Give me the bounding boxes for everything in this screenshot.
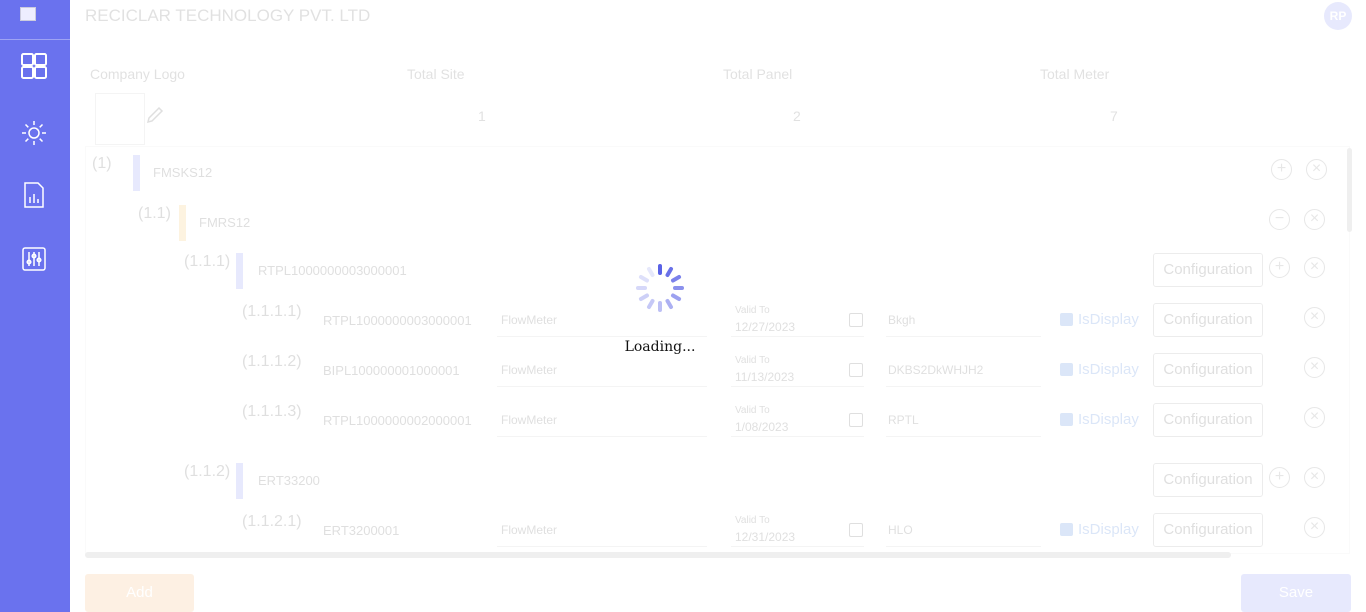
vertical-scrollbar[interactable]: [1347, 148, 1352, 232]
close-circle-icon[interactable]: ×: [1304, 467, 1325, 488]
row-index: (1.1.2): [184, 463, 231, 480]
remove-circle-icon[interactable]: −: [1269, 209, 1290, 230]
add-button[interactable]: Add: [85, 574, 194, 612]
app-logo: [20, 7, 36, 21]
stat-header-total-meter: Total Meter: [1040, 66, 1110, 82]
edit-icon[interactable]: [145, 105, 165, 125]
close-circle-icon[interactable]: ×: [1304, 257, 1325, 278]
hierarchy-panel: (1) FMSKS12 + × (1.1) FMRS12 − × (1.1.1)…: [85, 146, 1350, 554]
configuration-button[interactable]: Configuration: [1153, 403, 1263, 437]
isdisplay-checkbox[interactable]: [1060, 313, 1073, 326]
main-content: RECICLAR TECHNOLOGY PVT. LTD RP Company …: [70, 0, 1366, 612]
isdisplay-label: IsDisplay: [1078, 411, 1139, 428]
calendar-icon: [849, 413, 863, 427]
meter-name-field[interactable]: HLO: [886, 513, 1041, 547]
company-logo-image: [95, 93, 145, 145]
isdisplay-checkbox[interactable]: [1060, 523, 1073, 536]
tree-row: (1) FMSKS12 + ×: [86, 155, 1349, 195]
sidebar-divider: [0, 39, 70, 40]
configuration-button[interactable]: Configuration: [1153, 353, 1263, 387]
sidebar: [0, 0, 70, 612]
calendar-icon: [849, 313, 863, 327]
row-index: (1.1.2.1): [242, 513, 302, 530]
level-bar: [133, 155, 140, 191]
isdisplay-label: IsDisplay: [1078, 521, 1139, 538]
isdisplay-label: IsDisplay: [1078, 361, 1139, 378]
close-circle-icon[interactable]: ×: [1304, 209, 1325, 230]
meter-name-field[interactable]: Bkgh: [886, 303, 1041, 337]
tree-row: (1.1.1) RTPL1000000003000001 Configurati…: [86, 253, 1349, 293]
sliders-config-icon[interactable]: [20, 245, 48, 273]
stat-header-total-panel: Total Panel: [723, 66, 793, 82]
add-circle-icon[interactable]: +: [1269, 467, 1290, 488]
avatar[interactable]: RP: [1324, 2, 1352, 30]
row-index: (1.1.1): [184, 253, 231, 270]
settings-gears-icon[interactable]: [20, 119, 48, 147]
meter-type-select[interactable]: FlowMeter: [497, 403, 707, 437]
loading-overlay: Loading...: [620, 262, 700, 362]
calendar-icon: [849, 363, 863, 377]
row-code: RTPL1000000003000001: [323, 313, 472, 328]
row-index: (1.1.1.3): [242, 403, 302, 420]
stat-header-total-site: Total Site: [407, 66, 465, 82]
row-code: ERT33200: [258, 473, 320, 488]
calendar-icon: [849, 523, 863, 537]
row-code: FMSKS12: [153, 165, 213, 180]
row-index: (1.1): [138, 205, 171, 222]
meter-name-field[interactable]: RPTL: [886, 403, 1041, 437]
add-circle-icon[interactable]: +: [1271, 159, 1292, 180]
level-bar: [179, 205, 186, 241]
configuration-button[interactable]: Configuration: [1153, 463, 1263, 497]
close-circle-icon[interactable]: ×: [1306, 159, 1327, 180]
configuration-button[interactable]: Configuration: [1153, 303, 1263, 337]
row-index: (1.1.1.2): [242, 353, 302, 370]
isdisplay-checkbox[interactable]: [1060, 413, 1073, 426]
total-site-value: 1: [478, 108, 486, 124]
level-bar: [236, 253, 243, 289]
row-index: (1): [92, 155, 112, 172]
close-circle-icon[interactable]: ×: [1304, 517, 1325, 538]
configuration-button[interactable]: Configuration: [1153, 253, 1263, 287]
loading-spinner-icon: [636, 264, 684, 312]
stat-header-company-logo: Company Logo: [90, 66, 185, 82]
valid-to-date-field[interactable]: Valid To 12/27/2023: [731, 303, 864, 337]
company-name: RECICLAR TECHNOLOGY PVT. LTD: [85, 6, 371, 25]
total-meter-value: 7: [1110, 108, 1118, 124]
configuration-button[interactable]: Configuration: [1153, 513, 1263, 547]
tree-row: (1.1.1.2) BIPL100000001000001 FlowMeter …: [86, 353, 1349, 393]
total-panel-value: 2: [793, 108, 801, 124]
report-chart-icon[interactable]: [20, 181, 48, 209]
tree-row: (1.1.2) ERT33200 Configuration + ×: [86, 463, 1349, 503]
row-code: RTPL1000000003000001: [258, 263, 407, 278]
dashboard-grid-icon[interactable]: [20, 52, 48, 80]
horizontal-scrollbar[interactable]: [85, 552, 1231, 558]
save-button[interactable]: Save: [1241, 574, 1351, 612]
isdisplay-checkbox[interactable]: [1060, 363, 1073, 376]
row-code: ERT3200001: [323, 523, 400, 538]
row-index: (1.1.1.1): [242, 303, 302, 320]
close-circle-icon[interactable]: ×: [1304, 357, 1325, 378]
level-bar: [236, 463, 243, 499]
close-circle-icon[interactable]: ×: [1304, 307, 1325, 328]
valid-to-date-field[interactable]: Valid To 1/08/2023: [731, 403, 864, 437]
isdisplay-label: IsDisplay: [1078, 311, 1139, 328]
tree-row: (1.1.2.1) ERT3200001 FlowMeter Valid To 1…: [86, 513, 1349, 553]
valid-to-date-field[interactable]: Valid To 12/31/2023: [731, 513, 864, 547]
row-code: FMRS12: [199, 215, 251, 230]
row-code: RTPL1000000002000001: [323, 413, 472, 428]
close-circle-icon[interactable]: ×: [1304, 407, 1325, 428]
valid-to-date-field[interactable]: Valid To 11/13/2023: [731, 353, 864, 387]
meter-type-select[interactable]: FlowMeter: [497, 513, 707, 547]
loading-text: Loading...: [624, 339, 696, 355]
tree-row: (1.1) FMRS12 − ×: [86, 205, 1349, 245]
row-code: BIPL100000001000001: [323, 363, 460, 378]
add-circle-icon[interactable]: +: [1269, 257, 1290, 278]
meter-name-field[interactable]: DKBS2DkWHJH2: [886, 353, 1041, 387]
tree-row: (1.1.1.1) RTPL1000000003000001 FlowMeter…: [86, 303, 1349, 343]
tree-row: (1.1.1.3) RTPL1000000002000001 FlowMeter…: [86, 403, 1349, 443]
